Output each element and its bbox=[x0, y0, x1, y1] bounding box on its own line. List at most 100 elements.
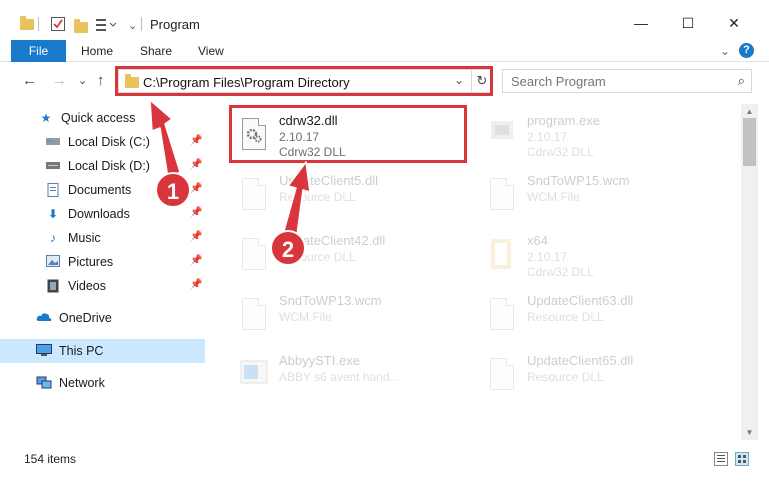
sidebar-item-pictures[interactable]: Pictures 📌 bbox=[0, 250, 205, 274]
tab-view[interactable]: View bbox=[198, 40, 224, 62]
sidebar-item-label: Videos bbox=[68, 279, 106, 293]
sidebar-item-local-disk-c[interactable]: Local Disk (C:) 📌 bbox=[0, 130, 205, 154]
file-item[interactable]: x64 2.10.17 Cdrw32 DLL bbox=[481, 230, 721, 280]
file-name: UpdateClient63.dll bbox=[527, 293, 634, 308]
window-icon bbox=[239, 357, 269, 393]
file-type: WCM File bbox=[527, 190, 580, 204]
recent-locations-button[interactable]: ⌄ bbox=[78, 74, 87, 87]
search-input[interactable] bbox=[503, 70, 723, 92]
computer-icon bbox=[36, 344, 52, 358]
file-item[interactable]: UpdateClient5.dll Resource DLL bbox=[233, 170, 473, 220]
tab-home[interactable]: Home bbox=[81, 40, 113, 62]
toolbar-divider bbox=[141, 17, 142, 31]
exe-icon bbox=[487, 117, 517, 153]
tiles-view-icon[interactable] bbox=[735, 452, 749, 466]
file-item[interactable]: UpdateClient42.dll Resource DLL bbox=[233, 230, 473, 280]
file-description: ABBY s6 avent hand... bbox=[279, 370, 400, 384]
download-icon: ⬇ bbox=[47, 207, 59, 221]
sidebar-item-onedrive[interactable]: OneDrive bbox=[0, 306, 205, 330]
annotation-marker-2: 2 bbox=[270, 230, 306, 266]
customize-icon[interactable] bbox=[95, 15, 117, 35]
new-folder-icon[interactable] bbox=[74, 17, 88, 37]
file-version: 2.10.17 bbox=[527, 250, 568, 264]
tab-share[interactable]: Share bbox=[140, 40, 172, 62]
file-type: Resource DLL bbox=[527, 310, 604, 324]
document-icon bbox=[239, 297, 269, 333]
file-item[interactable]: SndToWP13.wcm WCM File bbox=[233, 290, 473, 340]
file-version: 2.10.17 bbox=[527, 130, 568, 144]
file-item[interactable]: UpdateClient65.dll Resource DLL bbox=[481, 350, 721, 400]
tab-file[interactable]: File bbox=[11, 40, 66, 62]
scroll-down-icon[interactable]: ▼ bbox=[741, 425, 758, 440]
dll-gear-icon bbox=[239, 177, 269, 213]
file-highlight-box bbox=[229, 105, 467, 163]
network-icon bbox=[36, 376, 52, 390]
document-icon bbox=[487, 177, 517, 213]
videos-icon bbox=[45, 279, 61, 293]
pin-icon[interactable]: 📌 bbox=[190, 279, 202, 290]
pictures-icon bbox=[45, 255, 61, 269]
dll-gear-icon bbox=[487, 297, 517, 333]
sidebar-item-label: Music bbox=[68, 231, 101, 245]
music-icon: ♪ bbox=[50, 231, 56, 245]
file-type: Resource DLL bbox=[279, 190, 356, 204]
sidebar-item-videos[interactable]: Videos 📌 bbox=[0, 274, 205, 298]
sidebar-item-network[interactable]: Network bbox=[0, 371, 205, 395]
sidebar-item-label: This PC bbox=[59, 344, 104, 358]
scroll-up-icon[interactable]: ▲ bbox=[741, 104, 758, 119]
sidebar-item-label: Local Disk (C:) bbox=[68, 135, 150, 149]
close-button[interactable]: ✕ bbox=[719, 12, 749, 34]
sidebar-item-label: Pictures bbox=[68, 255, 114, 269]
star-icon: ★ bbox=[40, 111, 52, 125]
file-name: AbbyySTI.exe bbox=[279, 353, 360, 368]
sidebar-item-label: Network bbox=[59, 376, 105, 390]
scroll-thumb[interactable] bbox=[743, 118, 756, 166]
pin-icon[interactable]: 📌 bbox=[190, 207, 202, 218]
address-highlight-box bbox=[115, 66, 493, 96]
documents-icon bbox=[45, 183, 61, 197]
up-button[interactable]: ↑ bbox=[97, 72, 105, 89]
help-icon[interactable]: ? bbox=[739, 43, 754, 58]
sidebar-item-quick-access[interactable]: ★ Quick access bbox=[0, 106, 205, 130]
pin-icon[interactable]: 📌 bbox=[190, 159, 202, 170]
properties-icon[interactable] bbox=[50, 14, 66, 34]
forward-button[interactable]: → bbox=[52, 72, 67, 89]
vertical-scrollbar[interactable]: ▲ ▼ bbox=[741, 104, 758, 440]
status-bar: 154 items bbox=[0, 446, 769, 472]
pin-icon[interactable]: 📌 bbox=[190, 183, 202, 194]
pin-icon[interactable]: 📌 bbox=[190, 231, 202, 242]
file-name: UpdateClient65.dll bbox=[527, 353, 634, 368]
sidebar-item-label: Downloads bbox=[68, 207, 130, 221]
folder-icon bbox=[20, 14, 34, 34]
file-item[interactable]: program.exe 2.10.17 Cdrw32 DLL bbox=[481, 110, 721, 160]
cloud-icon bbox=[36, 311, 52, 325]
quick-access-dropdown-icon[interactable]: ⌄ bbox=[128, 15, 137, 35]
details-view-icon[interactable] bbox=[714, 452, 728, 466]
file-name: UpdateClient5.dll bbox=[279, 173, 379, 188]
file-item[interactable]: SndToWP15.wcm WCM File bbox=[481, 170, 721, 220]
sidebar-item-this-pc[interactable]: This PC bbox=[0, 339, 205, 363]
file-type: WCM File bbox=[279, 310, 332, 324]
file-item[interactable]: UpdateClient63.dll Resource DLL bbox=[481, 290, 721, 340]
window-title: Program bbox=[150, 17, 200, 32]
pin-icon[interactable]: 📌 bbox=[190, 255, 202, 266]
file-description: Cdrw32 DLL bbox=[527, 265, 594, 279]
file-type: Resource DLL bbox=[527, 370, 604, 384]
search-box[interactable]: ⌕ bbox=[502, 69, 752, 93]
file-name: x64 bbox=[527, 233, 548, 248]
maximize-button[interactable]: ☐ bbox=[673, 12, 703, 34]
back-button[interactable]: ← bbox=[22, 72, 37, 89]
item-count: 154 items bbox=[24, 452, 77, 466]
sidebar-item-label: Quick access bbox=[61, 111, 136, 125]
annotation-marker-1: 1 bbox=[155, 172, 191, 208]
expand-ribbon-icon[interactable]: ⌄ bbox=[720, 40, 730, 62]
minimize-button[interactable]: — bbox=[626, 12, 656, 34]
sidebar-item-label: OneDrive bbox=[59, 311, 112, 325]
file-item[interactable]: AbbyySTI.exe ABBY s6 avent hand... bbox=[233, 350, 473, 400]
sidebar-item-music[interactable]: ♪ Music 📌 bbox=[0, 226, 205, 250]
sidebar-item-label: Documents bbox=[68, 183, 132, 197]
drive-icon bbox=[45, 135, 61, 149]
search-icon: ⌕ bbox=[737, 73, 745, 88]
toolbar-divider bbox=[38, 17, 39, 31]
pin-icon[interactable]: 📌 bbox=[190, 135, 202, 146]
